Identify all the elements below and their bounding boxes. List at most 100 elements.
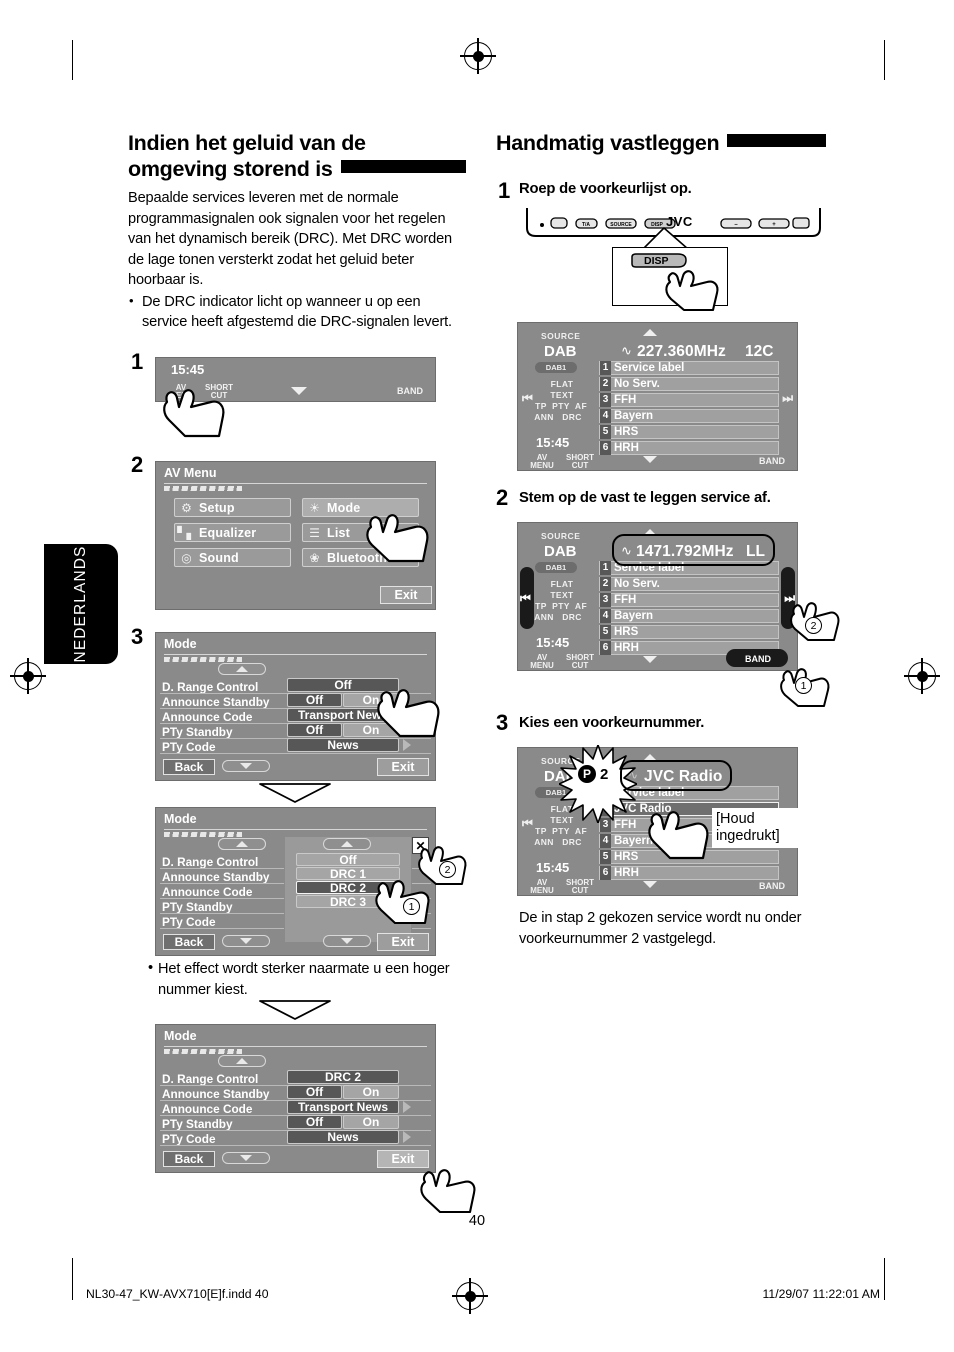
indicator-tp: TP	[535, 601, 547, 611]
shortcut-softkey[interactable]: SHORT CUT	[561, 454, 599, 470]
av-menu-softkey[interactable]: AV MENU	[525, 654, 559, 670]
preset-name: Bayern	[614, 610, 653, 622]
scroll-up-button[interactable]	[218, 663, 266, 675]
left-bullet-list: De DRC indicator licht op wanneer u op e…	[128, 291, 466, 333]
scroll-down-icon[interactable]	[643, 456, 657, 463]
preset-row[interactable]: 6 HRH	[599, 441, 779, 455]
chevron-right-icon[interactable]	[403, 1101, 411, 1113]
scroll-up-icon[interactable]	[643, 329, 657, 336]
preset-row[interactable]: 6 HRH	[599, 866, 779, 880]
heading-rule	[727, 134, 827, 147]
mode-back-button[interactable]: Back	[163, 1151, 215, 1167]
preset-name: HRH	[614, 442, 639, 454]
mode-value-pty-standby-on[interactable]: On	[343, 1115, 399, 1129]
preset-name: HRH	[614, 867, 639, 879]
drc-option-off[interactable]: Off	[296, 853, 400, 867]
preset-row[interactable]: 4 Bayern	[599, 409, 779, 423]
scroll-down-icon[interactable]	[643, 656, 657, 663]
av-menu-title-underline	[164, 483, 427, 484]
bluetooth-icon: ❀	[309, 550, 320, 565]
skip-forward-icon[interactable]: ⏭	[782, 391, 793, 406]
mode-row-label: PTy Code	[162, 1132, 216, 1146]
skip-backward-icon[interactable]: ⏮	[522, 391, 533, 406]
mode-value-announce-standby-off[interactable]: Off	[287, 1085, 342, 1099]
mode-value-pty-code[interactable]: News	[287, 738, 399, 752]
skip-backward-icon[interactable]: ⏮	[522, 816, 533, 831]
mode-value-announce-standby-off[interactable]: Off	[287, 693, 342, 707]
preset-row[interactable]: 4 Bayern	[599, 609, 779, 623]
popup-scroll-down-button[interactable]	[323, 935, 371, 947]
scroll-down-icon[interactable]	[291, 387, 307, 395]
mode-row-label: D. Range Control	[162, 680, 259, 694]
manual-page: NEDERLANDS Indien het geluid van de omge…	[0, 0, 954, 1352]
scroll-down-button[interactable]	[222, 1152, 270, 1164]
av-menu-exit-button[interactable]: Exit	[380, 586, 432, 604]
mode-row-label: Announce Code	[162, 885, 253, 899]
mode-back-button[interactable]: Back	[163, 759, 215, 775]
crop-mark-tl-v	[72, 40, 74, 80]
indicator-drc: DRC	[562, 837, 582, 847]
preset-row[interactable]: 2 No Serv.	[599, 377, 779, 391]
preset-name: HRH	[614, 642, 639, 654]
popup-scroll-up-button[interactable]	[323, 838, 371, 850]
preset-number: 2	[600, 377, 611, 391]
preset-row[interactable]: 1 Service label	[599, 361, 779, 375]
page-number: 40	[468, 1213, 486, 1229]
registration-mark-left	[10, 658, 46, 694]
left-step-3-number: 3	[131, 624, 144, 649]
preset-number: 1	[600, 361, 611, 375]
av-menu-item-sound[interactable]: ◎ Sound	[174, 548, 291, 567]
mode-back-button[interactable]: Back	[163, 934, 215, 950]
right-column: Handmatig vastleggen	[496, 130, 836, 166]
scroll-down-button[interactable]	[222, 760, 270, 772]
mode-value-pty-standby-off[interactable]: Off	[287, 723, 342, 737]
indicator-flat: FLAT	[550, 579, 574, 589]
indicator-af: AF	[574, 401, 588, 411]
scroll-down-button[interactable]	[222, 935, 270, 947]
scroll-up-button[interactable]	[218, 838, 266, 850]
preset-row[interactable]: 3 FFH	[599, 593, 779, 607]
left-column: Indien het geluid van de omgeving storen…	[128, 130, 466, 333]
shortcut-softkey[interactable]: SHORT CUT	[561, 879, 599, 895]
left-step-2-number: 2	[131, 452, 144, 477]
chevron-right-icon[interactable]	[403, 739, 411, 751]
hand-cursor-drc2	[373, 871, 433, 925]
channel-value: 12C	[745, 343, 774, 360]
mode-value-pty-standby-off[interactable]: Off	[287, 1115, 342, 1129]
scroll-down-icon[interactable]	[643, 881, 657, 888]
indicator-pty: PTY	[552, 601, 570, 611]
preset-name: No Serv.	[614, 578, 660, 590]
preset-row[interactable]: 5 HRS	[599, 425, 779, 439]
av-menu-softkey[interactable]: AV MENU	[525, 454, 559, 470]
shortcut-softkey[interactable]: SHORT CUT	[561, 654, 599, 670]
av-menu-item-setup[interactable]: ⚙ Setup	[174, 498, 291, 517]
sub-band-badge: DAB1	[535, 362, 577, 373]
band-label: BAND	[759, 881, 785, 891]
band-label: BAND	[397, 386, 423, 396]
preset-row[interactable]: 2 No Serv.	[599, 577, 779, 591]
heading-rule	[340, 160, 466, 173]
hand-cursor-preset2	[645, 800, 715, 860]
preset-row[interactable]: 3 FFH	[599, 393, 779, 407]
indicator-pty: PTY	[552, 826, 570, 836]
mode-row-label: D. Range Control	[162, 1072, 259, 1086]
sub-band-badge: DAB1	[535, 562, 577, 573]
chevron-right-icon[interactable]	[403, 1131, 411, 1143]
mode-value-d-range[interactable]: DRC 2	[287, 1070, 399, 1084]
av-menu-item-equalizer[interactable]: ▘▖ Equalizer	[174, 523, 291, 542]
skip-backward-icon[interactable]: ⏮	[520, 591, 531, 606]
mode-value-pty-code[interactable]: News	[287, 1130, 399, 1144]
mode-row-label: Announce Standby	[162, 1087, 270, 1101]
av-menu-softkey[interactable]: AV MENU	[525, 879, 559, 895]
mode-value-announce-standby-on[interactable]: On	[343, 1085, 399, 1099]
indicator-drc: DRC	[562, 612, 582, 622]
signal-icon: ∿	[621, 343, 632, 358]
preset-row[interactable]: 5 HRS	[599, 625, 779, 639]
mode-value-announce-code[interactable]: Transport News	[287, 1100, 399, 1114]
scroll-up-button[interactable]	[218, 1055, 266, 1067]
marker-1: 1	[403, 898, 420, 915]
language-tab: NEDERLANDS	[44, 544, 118, 664]
mode-exit-button[interactable]: Exit	[377, 933, 429, 951]
mode-progress-dashes	[164, 657, 242, 662]
mode-exit-button[interactable]: Exit	[377, 758, 429, 776]
